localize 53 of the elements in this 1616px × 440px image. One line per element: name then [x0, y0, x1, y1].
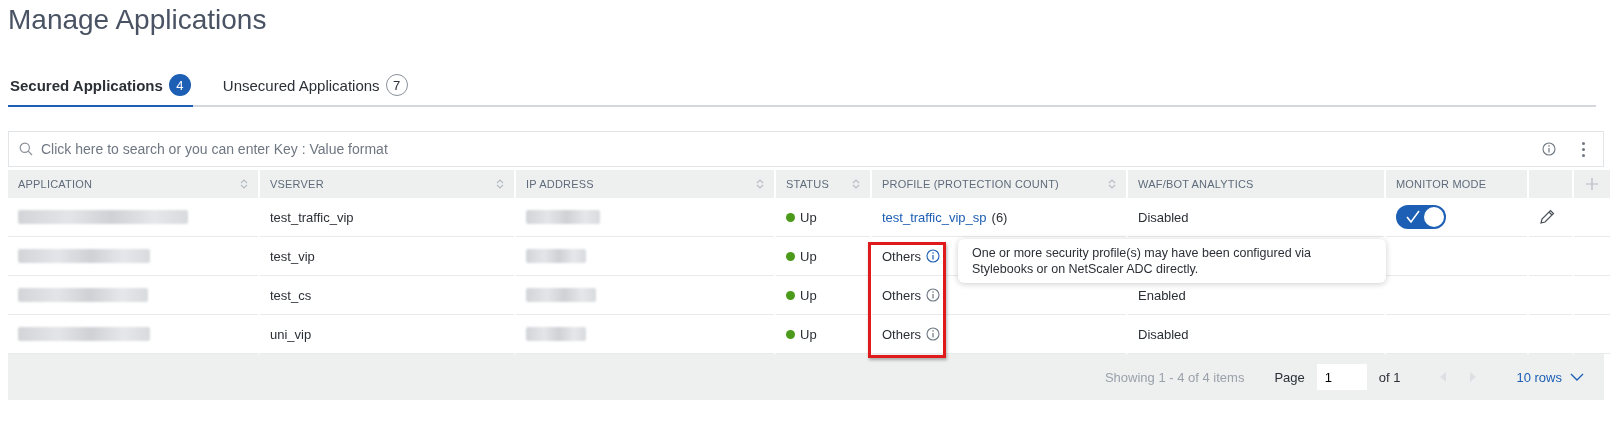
status-text: Up [800, 248, 817, 264]
search-bar[interactable]: Click here to search or you can enter Key : Value format [8, 131, 1604, 167]
table-cell: test_vip [270, 248, 315, 264]
sort-icon[interactable] [240, 178, 248, 190]
profile-text: Others [882, 248, 921, 264]
page-total: of 1 [1378, 369, 1401, 385]
tab[interactable]: Unsecured Applications 7 [220, 66, 410, 107]
column-header[interactable] [1574, 170, 1610, 198]
sort-icon[interactable] [496, 178, 504, 190]
column-header: WAF/BOT ANALYTICS [1128, 170, 1384, 198]
table-cell: test_cs [270, 287, 312, 303]
info-icon[interactable] [926, 327, 940, 341]
page-title: Manage Applications [8, 4, 268, 36]
edit-icon[interactable] [1539, 209, 1555, 225]
profile-text: Others [882, 326, 921, 342]
page-label: Page [1274, 369, 1305, 385]
column-header[interactable]: STATUS [776, 170, 870, 198]
profile-text: Others [882, 287, 921, 303]
status-text: Up [800, 287, 817, 303]
search-icon [19, 142, 33, 156]
column-header[interactable]: VSERVER [260, 170, 514, 198]
table-cell: Disabled [1138, 326, 1189, 342]
sort-icon[interactable] [1108, 178, 1116, 190]
info-icon[interactable] [926, 288, 940, 302]
table-cell: uni_vip [270, 326, 312, 342]
table-cell: Enabled [1138, 287, 1186, 303]
status-text: Up [800, 326, 817, 342]
protection-count: (6) [991, 209, 1008, 225]
column-header[interactable]: IP ADDRESS [516, 170, 774, 198]
chevron-down-icon[interactable] [1570, 372, 1584, 382]
tooltip: One or more security profile(s) may have been configured via Stylebooks or on NetScaler ADC directly. [958, 239, 1386, 283]
info-icon[interactable] [926, 249, 940, 263]
item-count-text: Showing 1 - 4 of 4 items [1104, 369, 1245, 385]
tab[interactable]: Secured Applications 4 [8, 66, 193, 107]
table-cell: test_traffic_vip [270, 209, 354, 225]
redacted-text [526, 249, 586, 263]
column-header[interactable]: PROFILE (PROTECTION COUNT) [872, 170, 1126, 198]
status-text: Up [800, 209, 817, 225]
rows-per-page-dropdown[interactable]: 10 rows [1516, 369, 1584, 385]
sort-icon[interactable] [756, 178, 764, 190]
redacted-text [526, 288, 596, 302]
add-column-icon[interactable] [1586, 178, 1598, 190]
page-input[interactable]: 1 [1316, 364, 1367, 390]
count-badge: 4 [168, 74, 191, 96]
monitor-toggle[interactable] [1396, 205, 1446, 229]
check-icon [1405, 210, 1421, 224]
table-cell: Disabled [1138, 209, 1189, 225]
column-header: MONITOR MODE [1386, 170, 1527, 198]
column-header[interactable]: APPLICATION [8, 170, 258, 198]
info-icon[interactable] [1542, 142, 1556, 156]
redacted-text [526, 327, 586, 341]
profile-link[interactable]: test_traffic_vip_sp [882, 209, 987, 225]
sort-icon[interactable] [852, 178, 860, 190]
